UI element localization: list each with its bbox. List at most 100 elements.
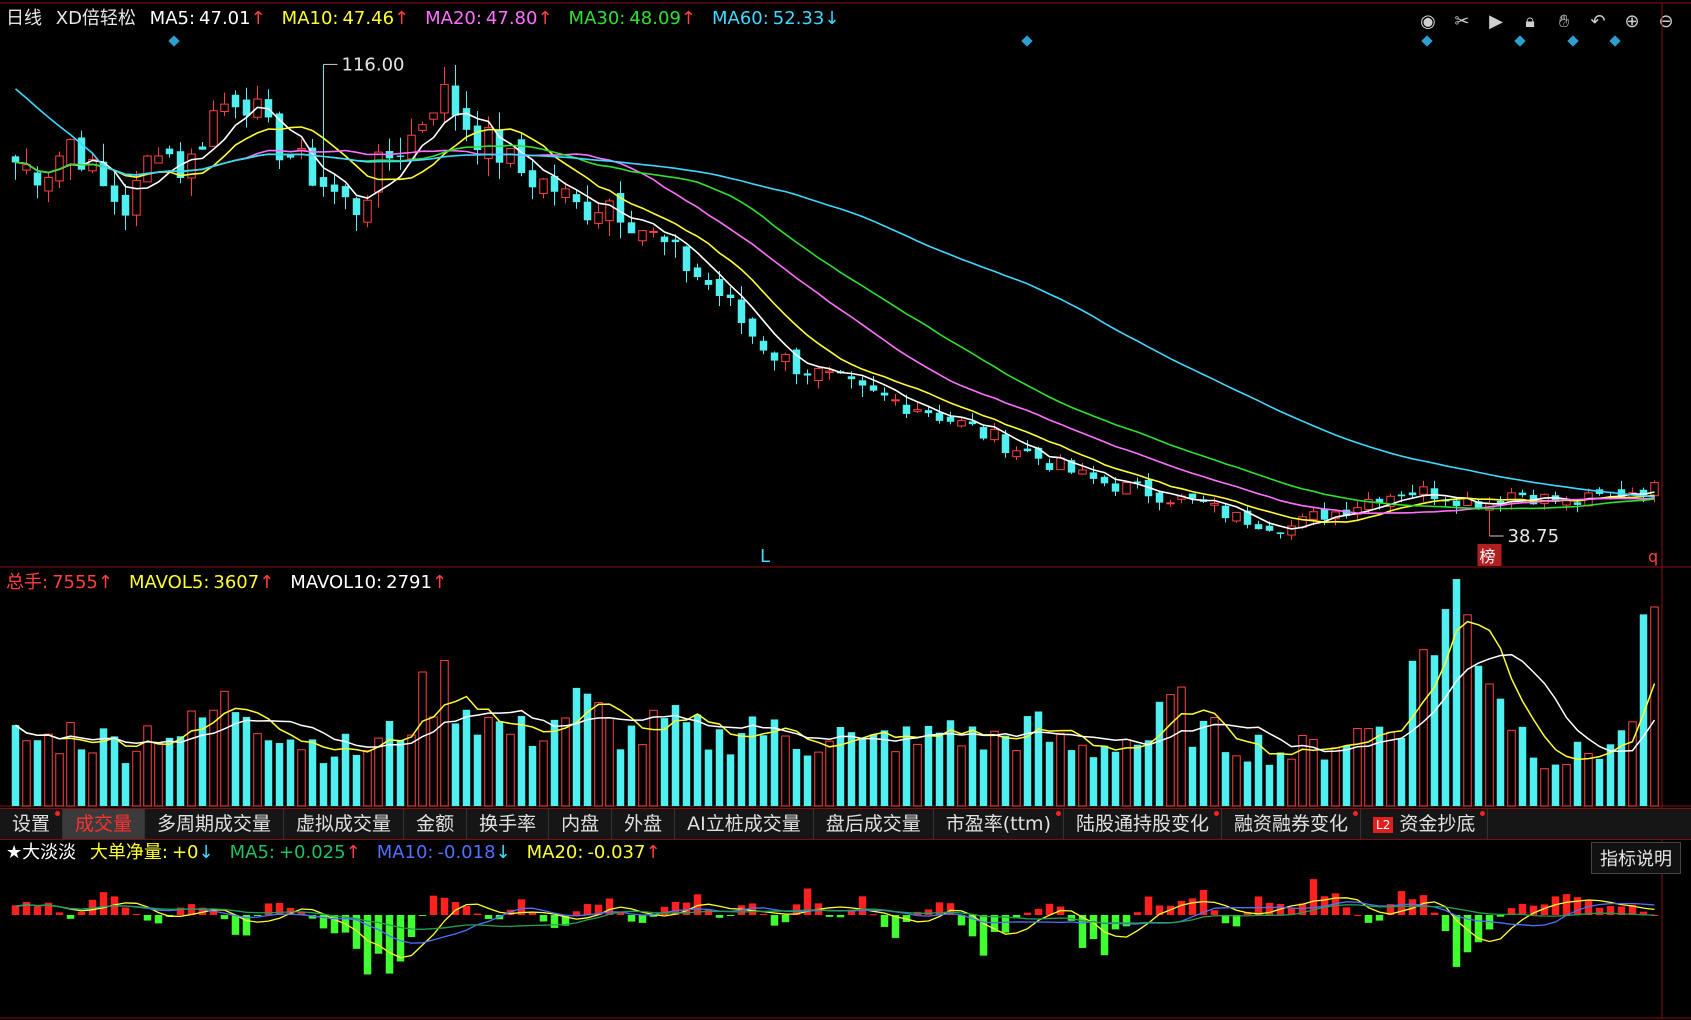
candle-body	[319, 177, 328, 187]
candle-body	[143, 155, 152, 183]
tab-10[interactable]: 市盈率(ttm)	[934, 809, 1064, 839]
netflow-bar	[1144, 896, 1153, 915]
candle-body	[957, 419, 966, 427]
tab-11[interactable]: 陆股通持股变化	[1064, 809, 1222, 839]
tab-label: 市盈率(ttm)	[945, 813, 1051, 835]
netflow-bar	[1034, 908, 1043, 915]
kline-chart[interactable]: 116.00 38.75 L 榜 q	[0, 0, 1691, 1020]
netflow-bar	[1254, 896, 1263, 915]
tab-12[interactable]: 融资融券变化	[1222, 809, 1362, 839]
volume-bar	[1067, 750, 1076, 806]
volume-bar	[990, 730, 999, 807]
netflow-bar	[143, 915, 152, 921]
tab-4[interactable]: 金额	[404, 809, 468, 839]
candle-body	[748, 318, 757, 337]
event-diamond-icon	[1514, 35, 1526, 47]
volume-bar	[363, 749, 372, 807]
tab-0[interactable]: 设置	[0, 809, 64, 839]
volume-bar	[1144, 740, 1153, 806]
indicator-values: 大单净量: +0↓ MA5: +0.025↑ MA10: -0.018↓ MA20: -0.0…	[90, 842, 677, 863]
candle-body	[1089, 472, 1098, 479]
ma5-line	[15, 106, 1655, 530]
volume-bar	[550, 719, 559, 806]
vol-legend-item-1: MAVOL5: 3607↑	[129, 572, 282, 593]
volume-bar	[341, 733, 350, 806]
volume-bar	[1012, 750, 1021, 807]
volume-bar	[297, 749, 306, 807]
tab-3[interactable]: 虚拟成交量	[284, 809, 405, 839]
volume-bar	[1089, 757, 1098, 806]
netflow-layer	[11, 879, 1659, 975]
indicator-explain-button[interactable]: 指标说明	[1591, 842, 1681, 874]
candle-body	[154, 155, 163, 164]
netflow-bar	[891, 915, 900, 938]
volume-bar	[781, 735, 790, 807]
netflow-bar	[1496, 915, 1505, 917]
volume-bar	[462, 709, 471, 806]
netflow-bar	[462, 905, 471, 915]
netflow-bar	[1177, 900, 1186, 915]
volume-bar	[1199, 720, 1208, 806]
candle-body	[946, 416, 955, 422]
candle-body	[583, 201, 592, 221]
vol-legend-item-0: 总手: 7555↑	[6, 572, 121, 593]
vol-legend-item-2: MAVOL10: 2791↑	[290, 572, 455, 593]
netflow-bar	[770, 915, 779, 926]
volume-bar	[561, 717, 570, 807]
candle-body	[374, 151, 383, 193]
volume-bar	[803, 755, 812, 806]
vol-legend-item-value: 2791	[386, 572, 432, 593]
volume-bar	[968, 726, 977, 806]
volume-bar	[1210, 717, 1219, 807]
tab-label: 内盘	[561, 813, 600, 835]
tab-7[interactable]: 外盘	[612, 809, 676, 839]
volume-bar	[88, 752, 97, 807]
volume-bar	[1331, 747, 1340, 807]
candle-body	[770, 352, 779, 361]
candle-body	[1419, 486, 1428, 495]
tab-6[interactable]: 内盘	[549, 809, 613, 839]
netflow-bar	[11, 905, 20, 915]
netflow-bar	[1045, 903, 1054, 915]
volume-bar	[1386, 731, 1395, 807]
tab-8[interactable]: AI立桩成交量	[675, 809, 814, 839]
netflow-bar	[1595, 907, 1604, 915]
ma60-line	[14, 88, 1655, 498]
netflow-bar	[418, 915, 427, 916]
candle-body	[891, 399, 900, 402]
tab-1[interactable]: 成交量	[63, 809, 146, 839]
tab-label: 设置	[12, 813, 51, 835]
vol-legend-item-arrow: ↑	[97, 572, 113, 593]
volume-bar	[858, 738, 867, 806]
tab-13[interactable]: L2 资金抄底	[1361, 809, 1489, 839]
volume-bar	[682, 722, 691, 806]
volume-bar	[1133, 744, 1142, 806]
tab-label: 换手率	[479, 813, 537, 835]
candle-body	[132, 179, 141, 216]
candle-body	[1056, 457, 1065, 471]
volume-bar	[792, 749, 801, 806]
candle-body	[363, 199, 372, 223]
tab-dot	[1480, 811, 1486, 816]
tab-label: 外盘	[624, 813, 663, 835]
volume-bar	[1397, 738, 1406, 806]
netflow-bar	[22, 902, 31, 915]
candle-body	[1221, 505, 1230, 519]
candle-body	[902, 404, 911, 414]
tab-2[interactable]: 多周期成交量	[145, 809, 285, 839]
volume-bar	[1122, 739, 1131, 807]
volume-bar	[627, 725, 636, 806]
volume-bar	[66, 722, 75, 807]
candle-body	[451, 85, 460, 116]
candle-body	[979, 427, 988, 439]
volume-bar	[121, 763, 130, 806]
netflow-bar	[1089, 915, 1098, 940]
volume-bar	[253, 733, 262, 807]
volume-bar	[77, 749, 86, 806]
candle-body	[539, 178, 548, 194]
volume-bar	[528, 745, 537, 806]
tab-9[interactable]: 盘后成交量	[814, 809, 934, 839]
indicator-title[interactable]: ★大淡淡	[6, 842, 76, 863]
tab-5[interactable]: 换手率	[467, 809, 550, 839]
volume-bar	[1639, 614, 1648, 806]
